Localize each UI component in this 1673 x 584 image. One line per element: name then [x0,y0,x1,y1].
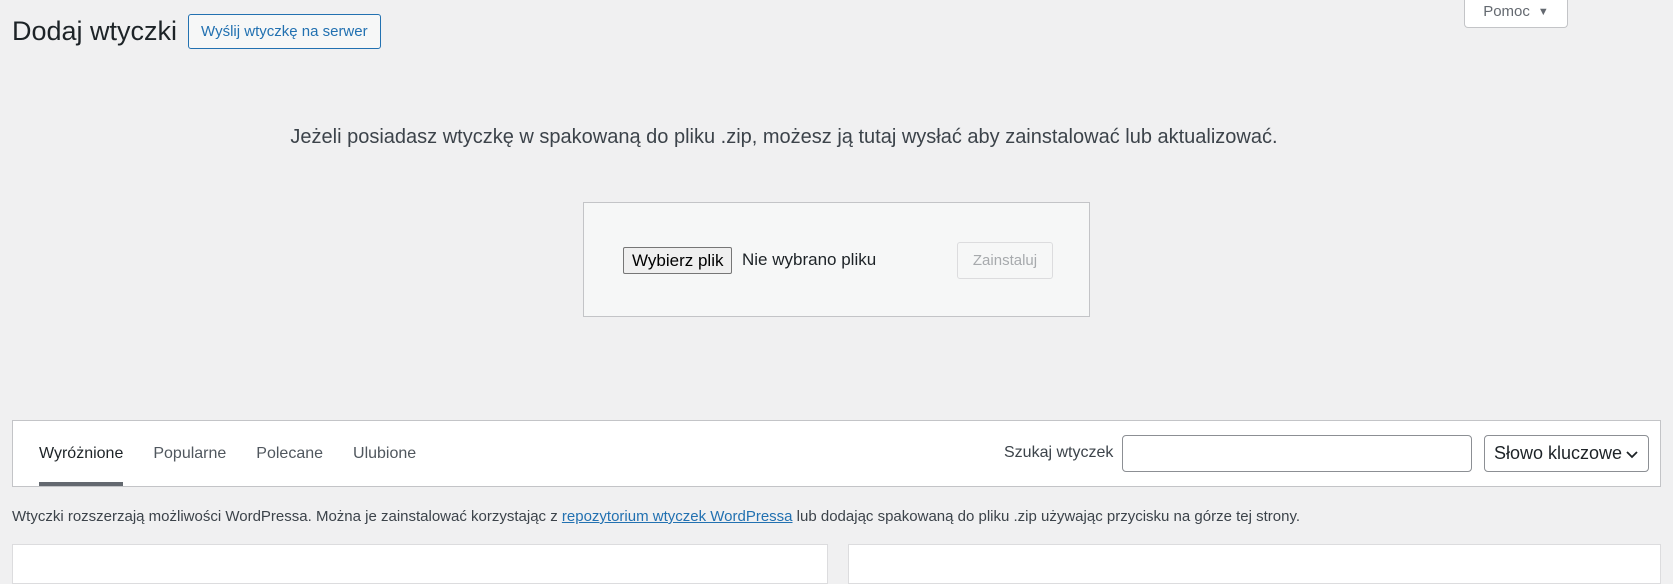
plugin-card [12,544,828,584]
upload-form: Wybierz plik Nie wybrano pliku Zainstalu… [583,202,1090,317]
search-input[interactable] [1122,435,1472,472]
repository-link[interactable]: repozytorium wtyczek WordPressa [562,508,793,525]
tab-label: Polecane [256,444,324,462]
info-text-after: lub dodając spakowaną do pliku .zip używ… [792,508,1301,525]
upload-plugin-button[interactable]: Wyślij wtyczkę na serwer [188,14,381,49]
tab-label: Wyróżnione [39,444,124,462]
search-type-value: Słowo kluczowe [1494,443,1623,463]
file-status-text: Nie wybrano pliku [742,250,877,269]
chevron-down-icon [1626,450,1638,458]
help-tab-label: Pomoc [1483,3,1530,20]
install-button[interactable]: Zainstaluj [957,242,1053,279]
upload-description: Jeżeli posiadasz wtyczkę w spakowaną do … [290,126,1278,148]
plugin-filter-bar: Wyróżnione Popularne Polecane Ulubione S… [12,420,1661,487]
page-header: Dodaj wtyczki Wyślij wtyczkę na serwer [12,14,381,49]
tab-recommended[interactable]: Polecane [256,421,323,486]
tab-label: Popularne [153,444,227,462]
tab-featured[interactable]: Wyróżnione [39,421,124,486]
plugins-info-text: Wtyczki rozszerzają możliwości WordPress… [12,508,1300,525]
search-type-select[interactable]: Słowo kluczowe [1484,435,1649,472]
page-title: Dodaj wtyczki [12,16,178,46]
tab-favorites[interactable]: Ulubione [353,421,416,486]
info-text-before: Wtyczki rozszerzają możliwości WordPress… [12,508,562,525]
tab-popular[interactable]: Popularne [153,421,226,486]
choose-file-button[interactable]: Wybierz plik [623,247,733,274]
caret-down-icon: ▼ [1537,5,1549,18]
plugin-card [848,544,1661,584]
search-label: Szukaj wtyczek [1004,444,1114,461]
help-tab-button[interactable]: Pomoc ▼ [1464,0,1568,28]
tab-label: Ulubione [353,444,417,462]
filter-tabs: Wyróżnione Popularne Polecane Ulubione [39,421,446,486]
